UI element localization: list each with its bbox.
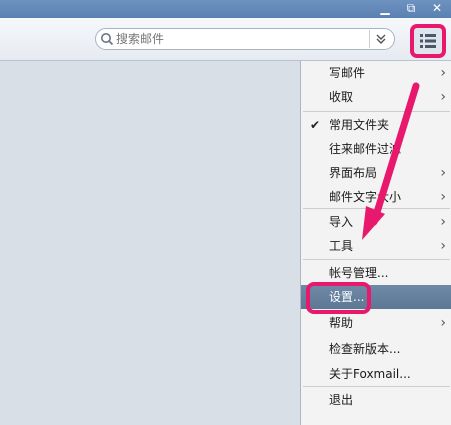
annotation-arrow	[362, 82, 420, 240]
